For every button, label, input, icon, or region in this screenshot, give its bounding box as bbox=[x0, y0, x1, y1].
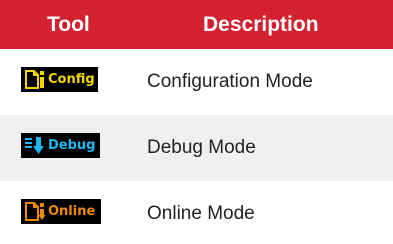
column-header-tool: Tool bbox=[47, 13, 90, 36]
debug-mode-label: Debug bbox=[48, 138, 96, 153]
debug-mode-icon bbox=[24, 136, 46, 155]
online-mode-badge: Online bbox=[21, 199, 101, 224]
description-online-mode: Online Mode bbox=[147, 203, 255, 224]
description-configuration-mode: Configuration Mode bbox=[147, 71, 313, 92]
config-mode-badge: Config bbox=[21, 67, 98, 92]
table-row: Online Online Mode bbox=[0, 181, 393, 244]
table-header: Tool Description bbox=[0, 0, 393, 49]
description-debug-mode: Debug Mode bbox=[147, 137, 256, 158]
online-mode-icon bbox=[24, 202, 46, 221]
config-mode-icon bbox=[24, 70, 46, 89]
debug-mode-badge: Debug bbox=[21, 133, 100, 158]
online-mode-label: Online bbox=[48, 204, 96, 219]
table-row: Config Configuration Mode bbox=[0, 49, 393, 115]
config-mode-label: Config bbox=[48, 72, 95, 87]
table-row: Debug Debug Mode bbox=[0, 115, 393, 181]
column-header-description: Description bbox=[203, 13, 319, 36]
